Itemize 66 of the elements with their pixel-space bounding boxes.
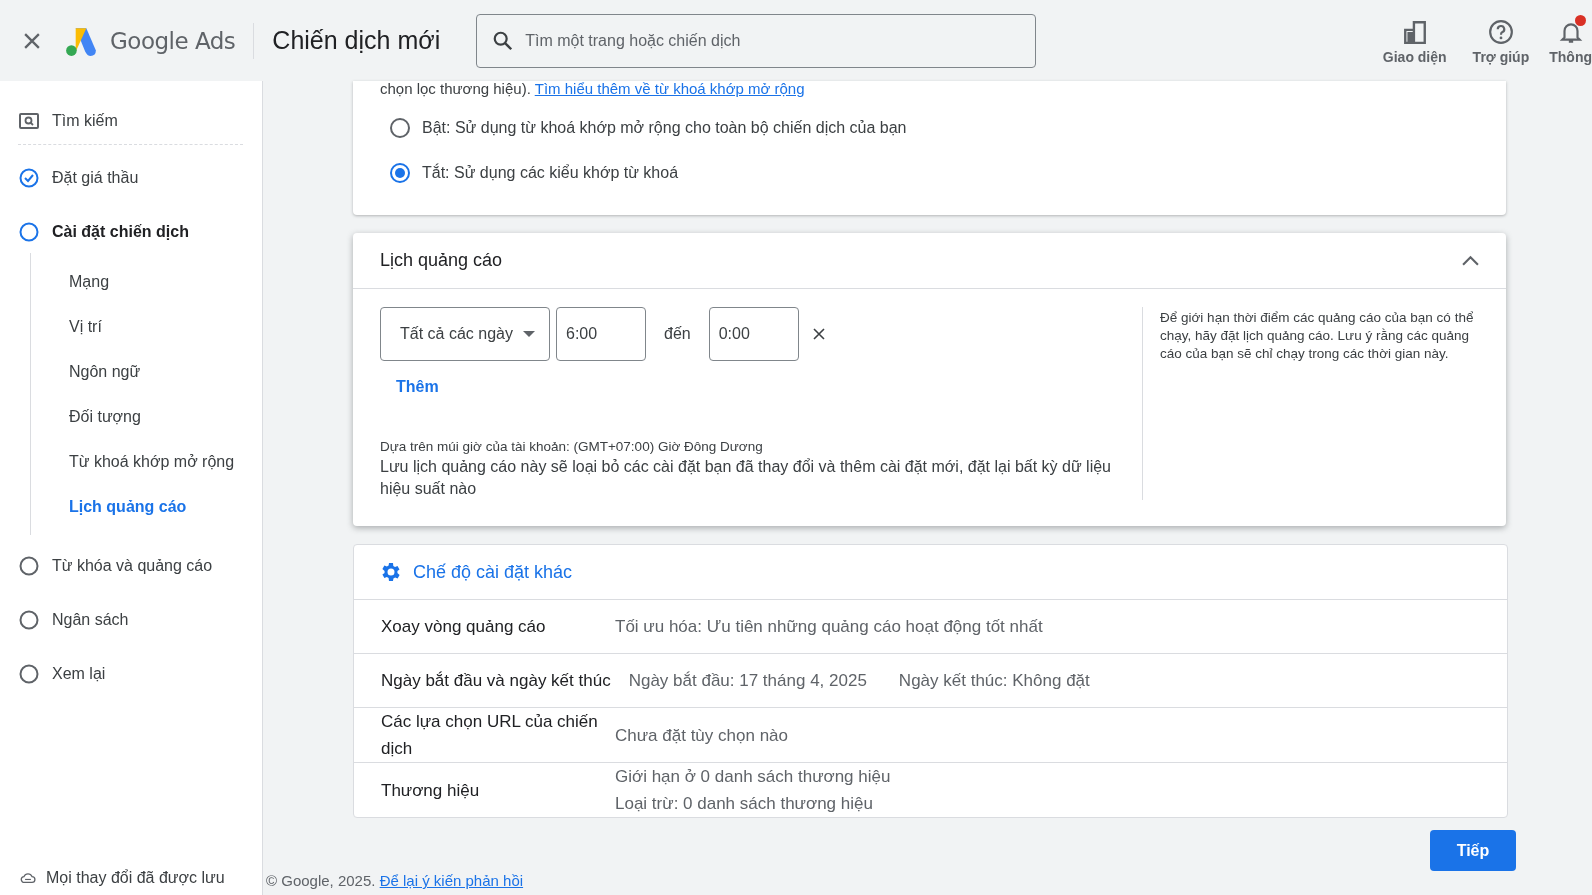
settings-row[interactable]: Các lựa chọn URL của chiến dịch Chưa đặt tùy chọn nào <box>354 708 1507 763</box>
circle-icon <box>18 221 40 243</box>
building-icon <box>1401 18 1428 45</box>
step-item[interactable]: Tìm kiếm <box>18 106 118 136</box>
substep-item[interactable]: Mạng <box>69 259 110 304</box>
step-item[interactable]: Cài đặt chiến dịch <box>18 217 189 247</box>
warning-text: Lưu lịch quảng cáo này sẽ loại bỏ các cài đặt bạn đã thay đổi và thêm cài đặt mới, đặt lại bất kỳ dữ liệu hiệu suất nào <box>380 457 1112 499</box>
copyright-text: © Google, 2025. <box>266 872 376 889</box>
close-icon[interactable] <box>24 32 40 49</box>
circle-icon <box>18 609 40 631</box>
day-dropdown[interactable]: Tất cả các ngày <box>380 307 550 361</box>
caret-icon <box>522 331 535 337</box>
search-field[interactable]: Tìm một trang hoặc chiến dịch <box>476 13 1037 68</box>
help-button[interactable]: Trợ giúp <box>1466 18 1536 65</box>
setting-label: Xoay vòng quảng cáo <box>381 616 547 638</box>
search-box-icon <box>18 110 40 132</box>
other-settings-header[interactable]: Chế độ cài đặt khác <box>354 545 1507 600</box>
substep-item[interactable]: Vị trí <box>69 304 102 349</box>
radio-button[interactable] <box>390 162 410 183</box>
start-time-field[interactable]: 6:00 <box>556 307 646 361</box>
substep-item[interactable]: Ngôn ngữ <box>69 349 141 394</box>
section-title: Lịch quảng cáo <box>380 250 503 271</box>
settings-row[interactable]: Xoay vòng quảng cáo Tối ưu hóa: Ưu tiên những quảng cáo hoạt động tốt nhất <box>354 600 1507 654</box>
notifications-button[interactable]: Thông <box>1549 18 1592 65</box>
setting-value: Tối ưu hóa: Ưu tiên những quảng cáo hoạt động tốt nhất <box>615 616 1043 638</box>
setting-value: Ngày bắt đầu: 17 tháng 4, 2025 <box>628 670 867 691</box>
radio-label: Bật: Sử dụng từ khoá khớp mở rộng cho toàn bộ chiến dịch của bạn <box>422 118 907 137</box>
substep-item[interactable]: Đối tượng <box>69 394 141 439</box>
chevron-icon[interactable] <box>1462 255 1479 266</box>
step-item[interactable]: Xem lại <box>18 659 106 689</box>
page-title: Chiến dịch mới <box>272 26 441 55</box>
step-item[interactable]: Ngân sách <box>18 605 129 635</box>
cloud-icon <box>20 872 36 884</box>
search-icon <box>492 29 515 52</box>
settings-row[interactable]: Thương hiệu Giới hạn ở 0 danh sách thương hiệu Loại trừ: 0 danh sách thương hiệu <box>354 763 1507 817</box>
help-icon <box>1487 18 1514 45</box>
setting-label: Ngày bắt đầu và ngày kết thúc <box>381 670 611 691</box>
radio-button[interactable] <box>390 117 410 138</box>
substep-item[interactable]: Từ khoá khớp mở rộng <box>69 439 235 484</box>
to-label: đến <box>664 325 691 343</box>
close-icon[interactable] <box>812 328 825 340</box>
help-text: Để giới hạn thời điểm các quảng cáo của bạn có thể chạy, hãy đặt lịch quảng cáo. Lưu ý rằng các quảng cáo của bạn sẽ chỉ chạy trong các thời gian này. <box>1159 309 1475 363</box>
step-item[interactable]: Từ khóa và quảng cáo <box>18 551 213 581</box>
circle-icon <box>18 555 40 577</box>
save-status: Mọi thay đổi đã được lưu <box>46 869 225 887</box>
setting-label: Thương hiệu <box>381 779 481 802</box>
setting-label: Các lựa chọn URL của chiến dịch <box>381 711 599 760</box>
setting-value: Giới hạn ở 0 danh sách thương hiệu <box>615 766 891 788</box>
check-circle-icon <box>18 167 40 189</box>
add-button[interactable]: Thêm <box>396 378 439 396</box>
setting-value: Ngày kết thúc: Không đặt <box>898 670 1090 691</box>
logo-text: Google Ads <box>110 27 236 54</box>
circle-icon <box>18 663 40 685</box>
radio-label: Tắt: Sử dụng các kiểu khớp từ khoá <box>422 163 679 182</box>
setting-value: Loại trừ: 0 danh sách thương hiệu <box>615 793 874 815</box>
appearance-button[interactable]: Giao diện <box>1376 18 1453 65</box>
step-item[interactable]: Đặt giá thầu <box>18 163 139 193</box>
substep-item[interactable]: Lịch quảng cáo <box>69 484 187 529</box>
setting-value: Chưa đặt tùy chọn nào <box>615 724 788 747</box>
end-time-field[interactable]: 0:00 <box>708 307 799 361</box>
intro-text: chọn lọc thương hiệu). <box>380 80 531 97</box>
timezone-note: Dựa trên múi giờ của tài khoản: (GMT+07:00) Giờ Đông Dương <box>380 439 764 454</box>
settings-row[interactable]: Ngày bắt đầu và ngày kết thúc Ngày bắt đầu: 17 tháng 4, 2025 Ngày kết thúc: Không đặt <box>354 654 1507 708</box>
feedback-link[interactable]: Để lại ý kiến phản hồi <box>379 872 524 889</box>
learn-more-link[interactable]: Tìm hiểu thêm về từ khoá khớp mở rộng <box>534 80 805 97</box>
next-button[interactable]: Tiếp <box>1430 830 1516 871</box>
